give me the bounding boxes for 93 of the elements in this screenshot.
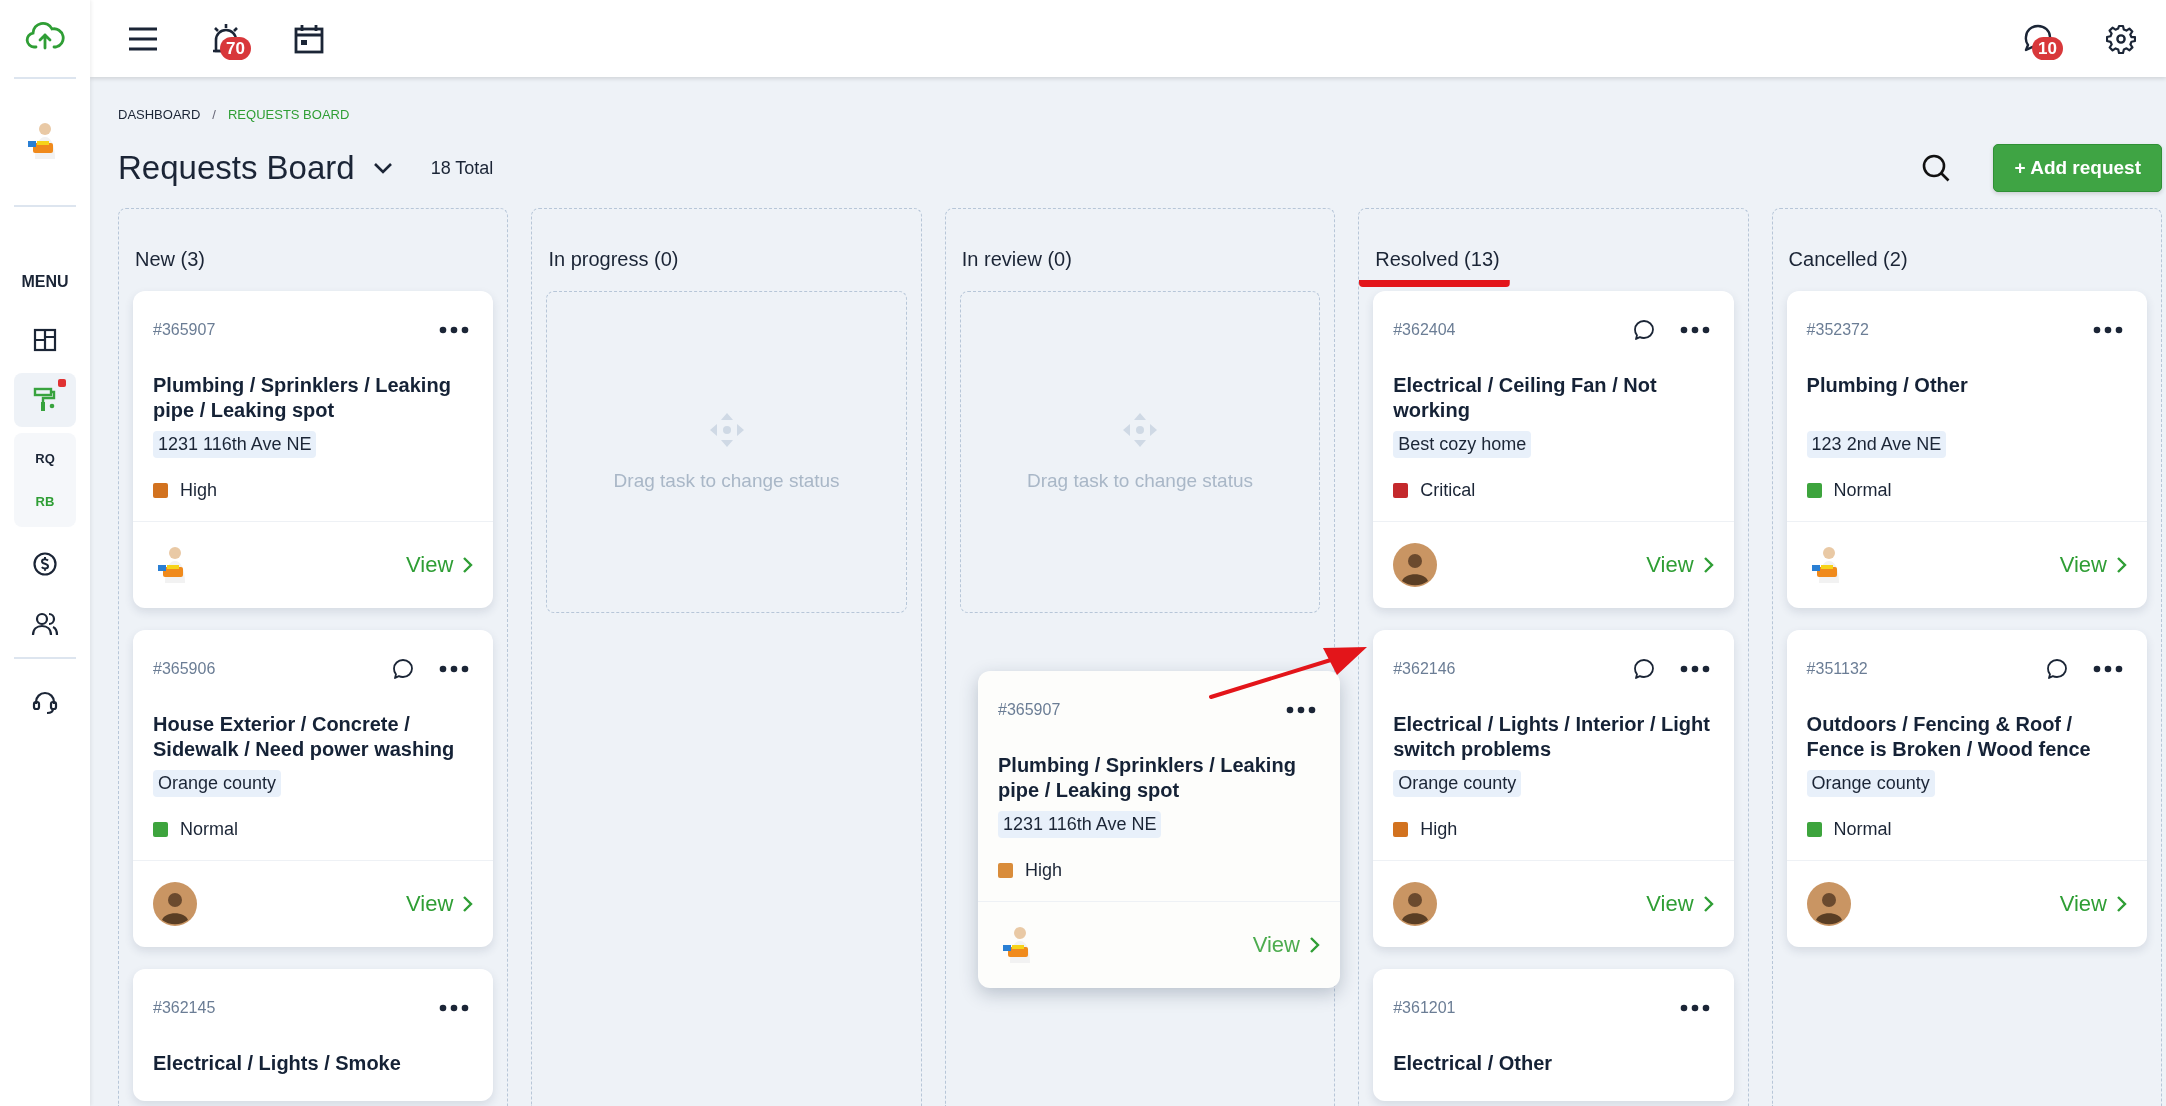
priority-label: High [1025,860,1063,881]
notification-badge: 10 [2032,36,2063,60]
request-id: #365906 [153,660,216,678]
users-icon [31,611,59,637]
request-id: #352372 [1806,321,1869,339]
request-title: Plumbing / Sprinklers / Leaking pipe / Leaking spot [153,373,452,423]
priority-label: Normal [180,819,238,840]
move-icon [1122,412,1158,448]
avatar [1393,882,1438,926]
location-tag: 1231 116th Ave NE [998,811,1162,838]
request-title: Electrical / Lights / Interior / Light switch problems [1393,712,1711,762]
settings-icon[interactable] [2106,23,2136,54]
more-options-icon[interactable] [2093,665,2123,673]
request-card[interactable]: #361201 Electrical / Other [1373,969,1734,1101]
request-title: Plumbing / Sprinklers / Leaking pipe / Leaking spot [998,753,1297,803]
request-id: #362145 [153,999,216,1017]
request-title: Plumbing / Other [1806,373,1969,398]
request-id: #365907 [998,701,1061,719]
breadcrumb-link[interactable]: DASHBOARD [118,107,201,122]
headset-icon[interactable] [31,689,59,717]
more-options-icon[interactable] [1679,665,1710,673]
avatar [1393,543,1438,587]
breadcrumb-separator: / [212,107,216,122]
more-options-icon[interactable] [1286,706,1316,714]
priority-label: Normal [1833,819,1892,840]
request-id: #362146 [1393,660,1456,678]
sidebar-subitem[interactable]: RQ [35,451,55,466]
more-options-icon[interactable] [439,1004,470,1012]
chevron-right-icon [1308,936,1320,954]
column-title: Resolved (13) [1359,248,1510,287]
request-id: #362404 [1393,321,1456,339]
menu-label: MENU [21,273,69,291]
request-card[interactable]: #365906 House Exterior / Concrete / Sidewalk / Need power washing Orange county Normal View [133,630,494,947]
location-tag: Orange county [1393,770,1522,797]
location-tag: Orange county [1806,770,1935,797]
priority-label: High [180,480,218,501]
request-card[interactable]: #351132 Outdoors / Fencing & Roof / Fence is Broken / Wood fence Orange county Normal View [1786,630,2147,947]
comment-icon[interactable] [1631,657,1656,681]
total-count: 18 Total [430,157,494,179]
request-card[interactable]: #365907 Plumbing / Sprinklers / Leaking pipe / Leaking spot 1231 116th Ave NE High View [978,671,1340,988]
comment-icon[interactable] [2045,657,2069,681]
column-title: In progress (0) [547,248,680,272]
chevron-right-icon [461,556,474,574]
calendar-icon[interactable] [294,23,324,54]
request-id: #351132 [1806,660,1868,678]
dollar-icon [32,551,58,577]
request-id: #361201 [1393,999,1456,1017]
comment-icon[interactable] [391,657,416,681]
request-card[interactable]: #362145 Electrical / Lights / Smoke [133,969,494,1101]
avatar [153,882,197,926]
drop-hint: Drag task to change status [613,470,840,492]
priority-label: High [1420,819,1458,840]
request-title: Outdoors / Fencing & Roof / Fence is Broken / Wood fence [1806,712,2092,762]
request-title: Electrical / Lights / Smoke [153,1051,402,1076]
location-tag: 1231 116th Ave NE [153,431,317,458]
request-title: House Exterior / Concrete / Sidewalk / Need power washing [153,712,456,762]
priority-label: Critical [1420,480,1476,501]
column-title: New (3) [134,248,206,272]
chevron-down-icon[interactable] [372,162,393,174]
notification-badge: 70 [220,36,251,60]
page-title: Requests Board [118,149,355,187]
request-card[interactable]: #362404 Electrical / Ceiling Fan / Not working Best cozy home Critical View [1373,291,1734,608]
column-title: In review (0) [960,248,1073,272]
avatar [1806,882,1851,926]
chevron-right-icon [2115,556,2127,574]
request-card[interactable]: #362146 Electrical / Lights / Interior / Light switch problems Orange county High View [1373,630,1734,947]
drop-hint: Drag task to change status [1027,470,1253,492]
more-options-icon[interactable] [439,326,470,334]
request-card[interactable]: #365907 Plumbing / Sprinklers / Leaking pipe / Leaking spot 1231 116th Ave NE High View [133,291,494,608]
request-id: #365907 [153,321,216,339]
move-icon [708,412,745,448]
request-card[interactable]: #352372 Plumbing / Other 123 2nd Ave NE Normal View [1786,291,2147,608]
request-title: Electrical / Other [1393,1051,1554,1076]
more-options-icon[interactable] [2093,326,2123,334]
location-tag: 123 2nd Ave NE [1806,431,1947,458]
column-title: Cancelled (2) [1787,248,1909,272]
cloud-upload-icon[interactable] [25,20,65,50]
comment-icon[interactable] [1631,318,1656,342]
menu-icon[interactable] [128,26,158,51]
chevron-right-icon [461,895,474,913]
more-options-icon[interactable] [1679,326,1710,334]
search-icon[interactable] [1921,153,1952,183]
location-tag: Orange county [153,770,282,797]
paint-roller-icon [32,386,58,414]
more-options-icon[interactable] [439,665,470,673]
grid-icon [32,327,58,353]
more-options-icon[interactable] [1679,1004,1710,1012]
chevron-right-icon [1701,895,1714,913]
request-title: Electrical / Ceiling Fan / Not working [1393,373,1658,423]
chevron-right-icon [2115,895,2127,913]
location-tag: Best cozy home [1393,431,1532,458]
priority-label: Normal [1833,480,1892,501]
chevron-right-icon [1701,556,1714,574]
